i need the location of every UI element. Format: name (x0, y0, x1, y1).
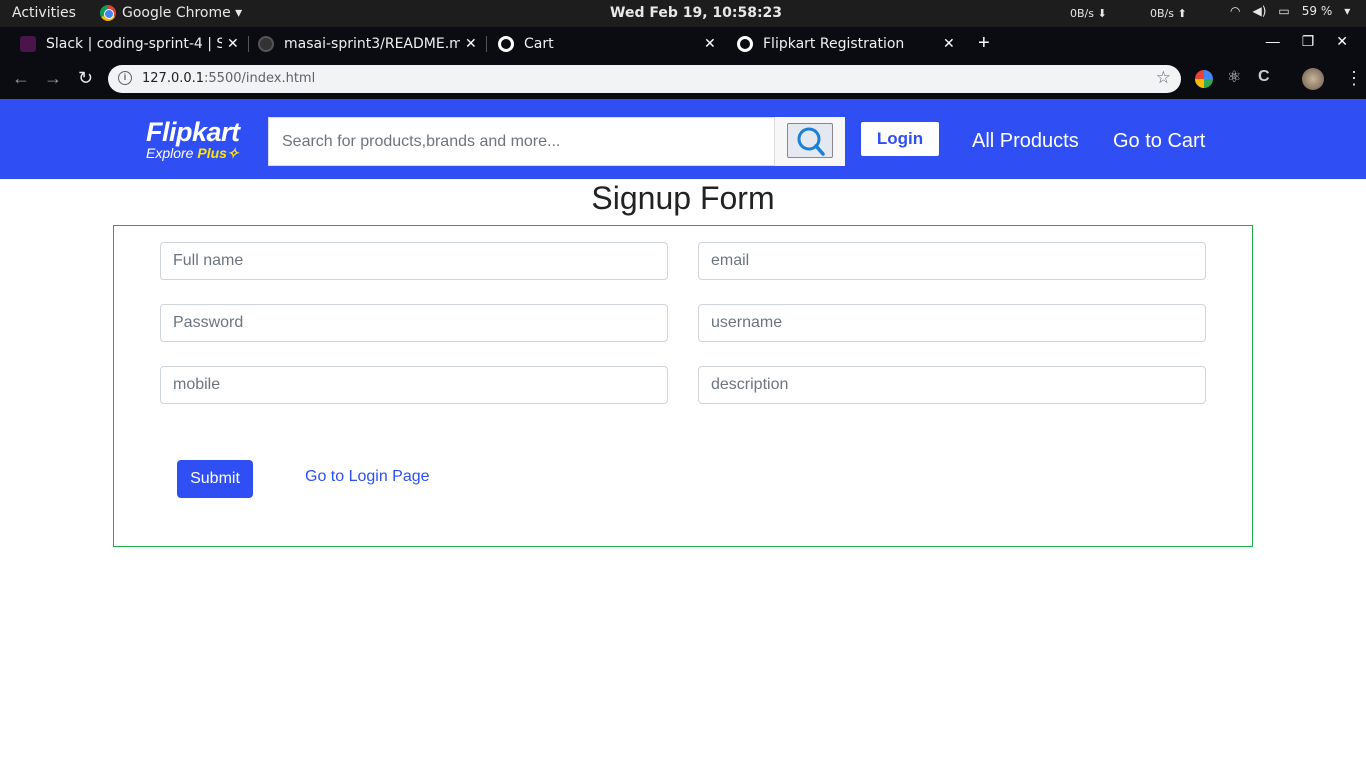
tab-slack[interactable]: Slack | coding-sprint-4 | Sa ✕ (20, 27, 245, 61)
close-icon[interactable]: ✕ (704, 36, 716, 52)
search-icon (797, 127, 825, 156)
system-tray[interactable]: ◠ ◀) ▭ 59 % ▾ (1230, 4, 1350, 18)
tab-github[interactable]: masai-sprint3/README.m ✕ (258, 27, 483, 61)
username-input[interactable]: username (698, 304, 1206, 342)
browser-toolbar: ← → ↻ i 127.0.0.1:5500/index.html ☆ ⚛ C … (0, 61, 1366, 99)
go-to-cart-link[interactable]: Go to Cart (1113, 130, 1205, 153)
logo-tag-plus: Plus (197, 145, 227, 161)
close-icon[interactable]: ✕ (227, 36, 239, 52)
maximize-icon[interactable]: ❐ (1302, 33, 1315, 50)
app-menu[interactable]: Google Chrome ▾ (100, 5, 242, 21)
tab-flipkart-registration[interactable]: Flipkart Registration ✕ (737, 27, 962, 61)
react-devtools-icon[interactable]: ⚛ (1227, 67, 1241, 86)
back-arrow-icon[interactable]: ← (12, 68, 30, 89)
logo-text: Flipkart (146, 117, 240, 147)
minimize-icon[interactable]: — (1266, 33, 1280, 50)
profile-avatar[interactable] (1302, 68, 1324, 90)
window-controls: — ❐ ✕ (1266, 33, 1348, 50)
close-window-icon[interactable]: ✕ (1336, 33, 1348, 50)
globe-icon (498, 36, 514, 52)
page-title: Signup Form (591, 180, 775, 216)
password-input[interactable]: Password (160, 304, 668, 342)
net-up-indicator: 0B/s ⬆ (1150, 7, 1187, 20)
tab-label: masai-sprint3/README.m (284, 36, 460, 52)
description-input[interactable]: description (698, 366, 1206, 404)
go-to-login-link[interactable]: Go to Login Page (305, 468, 430, 486)
site-header: Flipkart Explore Plus✧ Search for produc… (0, 99, 1366, 179)
tab-divider (486, 36, 487, 52)
tab-label: Flipkart Registration (763, 36, 905, 52)
bookmark-star-icon[interactable]: ☆ (1156, 68, 1171, 88)
mobile-input[interactable]: mobile (160, 366, 668, 404)
logo-tagline: Explore Plus✧ (146, 145, 240, 162)
info-icon[interactable]: i (118, 71, 132, 85)
clock[interactable]: Wed Feb 19, 10:58:23 (610, 5, 782, 21)
all-products-link[interactable]: All Products (972, 130, 1079, 153)
system-top-bar: Activities Google Chrome ▾ Wed Feb 19, 1… (0, 0, 1366, 27)
email-input[interactable]: email (698, 242, 1206, 280)
tab-label: Cart (524, 36, 554, 52)
flipkart-logo[interactable]: Flipkart Explore Plus✧ (146, 117, 240, 162)
net-down-indicator: 0B/s ⬇ (1070, 7, 1107, 20)
plus-star-icon: ✧ (226, 145, 239, 161)
tab-divider (248, 36, 249, 52)
address-bar[interactable]: i 127.0.0.1:5500/index.html ☆ (108, 65, 1181, 93)
submit-button[interactable]: Submit (177, 460, 253, 498)
globe-icon (737, 36, 753, 52)
tab-label: Slack | coding-sprint-4 | Sa (46, 36, 222, 52)
slack-icon (20, 36, 36, 52)
wifi-icon: ◠ (1230, 4, 1241, 18)
logo-tag-explore: Explore (146, 145, 194, 161)
battery-level: 59 % (1301, 4, 1333, 18)
extension-icon[interactable] (1195, 70, 1213, 88)
extension-c-icon[interactable]: C (1258, 68, 1270, 86)
full-name-input[interactable]: Full name (160, 242, 668, 280)
search-button-face (787, 123, 833, 158)
new-tab-button[interactable]: + (978, 32, 990, 55)
battery-icon: ▭ (1278, 4, 1290, 18)
activities-button[interactable]: Activities (12, 5, 76, 21)
url-text: 127.0.0.1:5500/index.html (142, 71, 315, 86)
search-bar[interactable]: Search for products,brands and more... (268, 117, 845, 166)
login-button[interactable]: Login (861, 122, 939, 156)
tab-strip: Slack | coding-sprint-4 | Sa ✕ masai-spr… (0, 27, 1366, 61)
reload-icon[interactable]: ↻ (78, 68, 93, 89)
close-icon[interactable]: ✕ (465, 36, 477, 52)
close-icon[interactable]: ✕ (943, 36, 955, 52)
url-path: :5500/index.html (204, 71, 316, 86)
github-icon (258, 36, 274, 52)
chrome-menu-icon[interactable]: ⋮ (1345, 68, 1363, 89)
search-button[interactable] (774, 117, 845, 166)
url-host: 127.0.0.1 (142, 71, 205, 86)
app-menu-label: Google Chrome ▾ (122, 5, 243, 21)
volume-icon: ◀) (1252, 4, 1267, 18)
forward-arrow-icon[interactable]: → (44, 68, 62, 89)
tray-menu-icon: ▾ (1344, 4, 1351, 18)
chrome-icon (100, 5, 116, 21)
tab-cart[interactable]: Cart ✕ (498, 27, 723, 61)
search-input[interactable]: Search for products,brands and more... (282, 133, 560, 151)
